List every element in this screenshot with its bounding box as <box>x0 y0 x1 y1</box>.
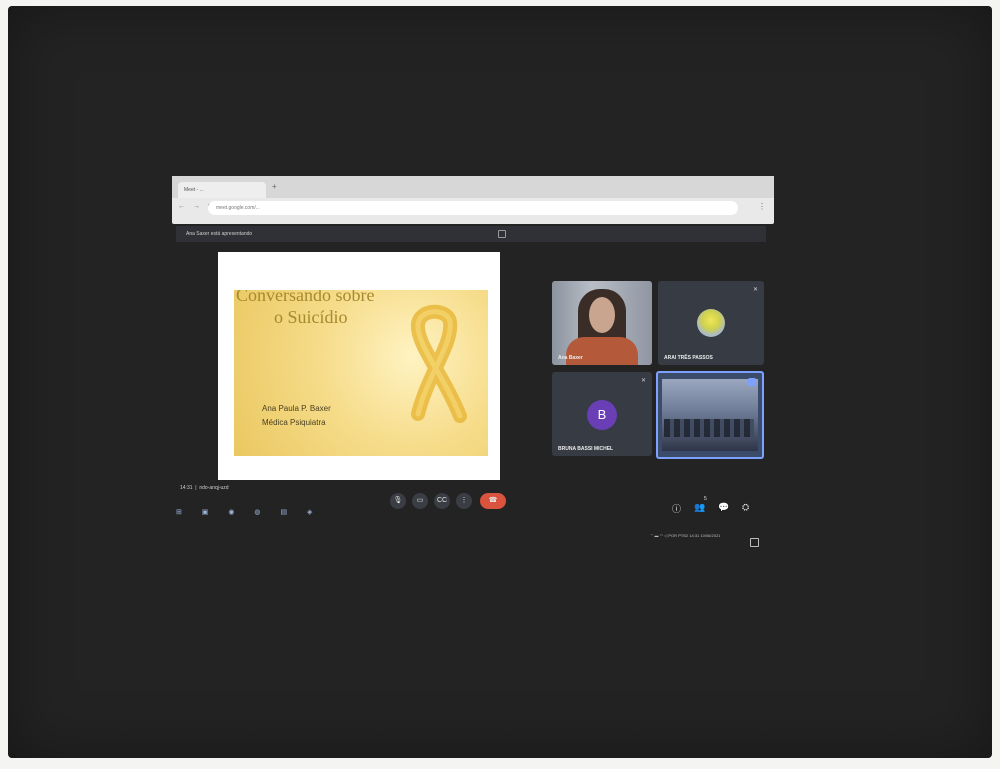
meeting-details: 14:31 | ndo-anqj-uzd <box>180 485 229 491</box>
presentation-slide: Conversando sobre o Suicídio Ana Paula P… <box>234 290 488 456</box>
author-role: Médica Psiquiatra <box>262 418 326 427</box>
slide-title-line-1: Conversando sobre <box>236 290 375 305</box>
room-audience <box>664 419 754 437</box>
participant-tile-arai[interactable]: ✕ ARAI TRÊS PASSOS <box>658 281 764 365</box>
slide-title: Conversando sobre o Suicídio <box>236 290 476 328</box>
room-video <box>662 379 758 451</box>
author-name: Ana Paula P. Baxer <box>262 404 331 413</box>
photo-background <box>8 6 992 758</box>
participant-name: ARAI TRÊS PASSOS <box>664 355 713 361</box>
system-tray: ⌃ ▬ ◠ ◁ POR PTB2 14:31 10/06/2021 <box>650 533 721 538</box>
browser-window: Meet - ... + ← → ⟳ meet.google.com/... ⋮ <box>172 176 774 224</box>
people-icon[interactable]: 👥 <box>694 502 705 513</box>
slide-author: Ana Paula P. Baxer Médica Psiquiatra <box>262 402 331 430</box>
meeting-code: ndo-anqj-uzd <box>199 485 229 491</box>
participant-tile-ana[interactable]: Ana Baxer <box>552 281 652 365</box>
participant-face <box>589 297 615 333</box>
presenter-note: Ana Saxer está apresentando <box>186 231 253 237</box>
presentation-stage: Conversando sobre o Suicídio Ana Paula P… <box>218 252 500 480</box>
logo-avatar-icon <box>697 309 725 337</box>
captions-button[interactable]: CC <box>434 493 450 509</box>
pin-icon[interactable] <box>498 230 506 238</box>
end-call-button[interactable]: ☎ <box>480 493 506 509</box>
browser-menu-icon[interactable]: ⋮ <box>758 202 766 211</box>
mic-off-icon: ✕ <box>640 378 646 384</box>
participant-name: Ana Baxer <box>558 355 583 361</box>
microphone-button[interactable]: 🎙 <box>390 493 406 509</box>
chat-icon[interactable]: 💬 <box>718 502 729 513</box>
taskbar-app-icons[interactable]: ⊞ ▣ ◉ ◍ ▤ ◈ <box>176 508 321 516</box>
camera-button[interactable]: ▭ <box>412 493 428 509</box>
new-tab-button[interactable]: + <box>272 182 277 191</box>
mic-off-icon: ✕ <box>752 287 758 293</box>
slide-title-line-2: o Suicídio <box>274 307 348 327</box>
participant-name: BRUNA BASSI MICHEL <box>558 446 614 452</box>
tab-strip: Meet - ... + <box>172 176 774 198</box>
notification-icon[interactable] <box>750 538 759 547</box>
browser-tab[interactable]: Meet - ... <box>178 182 266 198</box>
participant-tile-bruna[interactable]: ✕ B BRUNA BASSI MICHEL <box>552 372 652 456</box>
meeting-time: 14:31 <box>180 485 193 491</box>
more-options-button[interactable]: ⋮ <box>456 493 472 509</box>
speaking-indicator-icon <box>748 378 756 386</box>
activities-icon[interactable]: ⛭ <box>742 502 749 513</box>
address-bar[interactable]: meet.google.com/... <box>208 201 738 215</box>
avatar: B <box>587 400 617 430</box>
participant-tile-room[interactable] <box>656 371 764 459</box>
presentation-banner: Ana Saxer está apresentando <box>176 226 766 242</box>
info-icon[interactable]: ⓘ <box>672 502 681 515</box>
